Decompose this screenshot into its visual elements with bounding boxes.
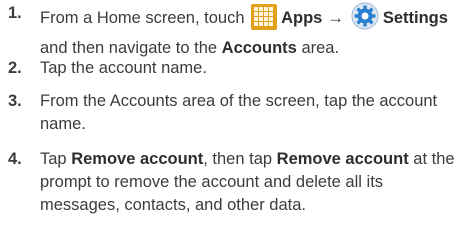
step-text-part: and then navigate to the — [40, 39, 218, 57]
step-text-line: prompt to remove the account and delete … — [40, 173, 384, 191]
remove-account-label: Remove account — [276, 150, 409, 168]
apps-grid-icon — [251, 4, 278, 37]
step-number: 3. — [8, 92, 22, 110]
step-text-line: From the Accounts area of the screen, ta… — [40, 92, 438, 110]
step-number: 4. — [8, 150, 22, 168]
step-number: 1. — [8, 4, 22, 22]
step-text-line: messages, contacts, and other data. — [40, 196, 306, 214]
step-text-part: at the — [413, 150, 455, 168]
step-text: From the Accounts area of the screen, ta… — [40, 90, 462, 136]
apps-label: Apps — [281, 9, 323, 27]
accounts-label: Accounts — [221, 39, 297, 57]
step-text-part: , then tap — [203, 150, 273, 168]
step-text-part: area. — [301, 39, 340, 57]
arrow-icon: → — [327, 9, 344, 27]
step-text: From a Home screen, touch Apps → Setting… — [40, 2, 462, 60]
step-text-part: From a Home screen, touch — [40, 9, 245, 27]
step-text-part: Tap — [40, 150, 67, 168]
step-number: 2. — [8, 59, 22, 77]
step-text: Tap the account name. — [40, 59, 207, 77]
remove-account-label: Remove account — [71, 150, 204, 168]
step-text-line: name. — [40, 115, 86, 133]
settings-label: Settings — [382, 9, 448, 27]
settings-gear-icon — [351, 2, 379, 37]
instruction-steps: 1. From a Home screen, touch Apps → Sett… — [0, 0, 472, 243]
step-text: Tap Remove account, then tap Remove acco… — [40, 148, 462, 217]
